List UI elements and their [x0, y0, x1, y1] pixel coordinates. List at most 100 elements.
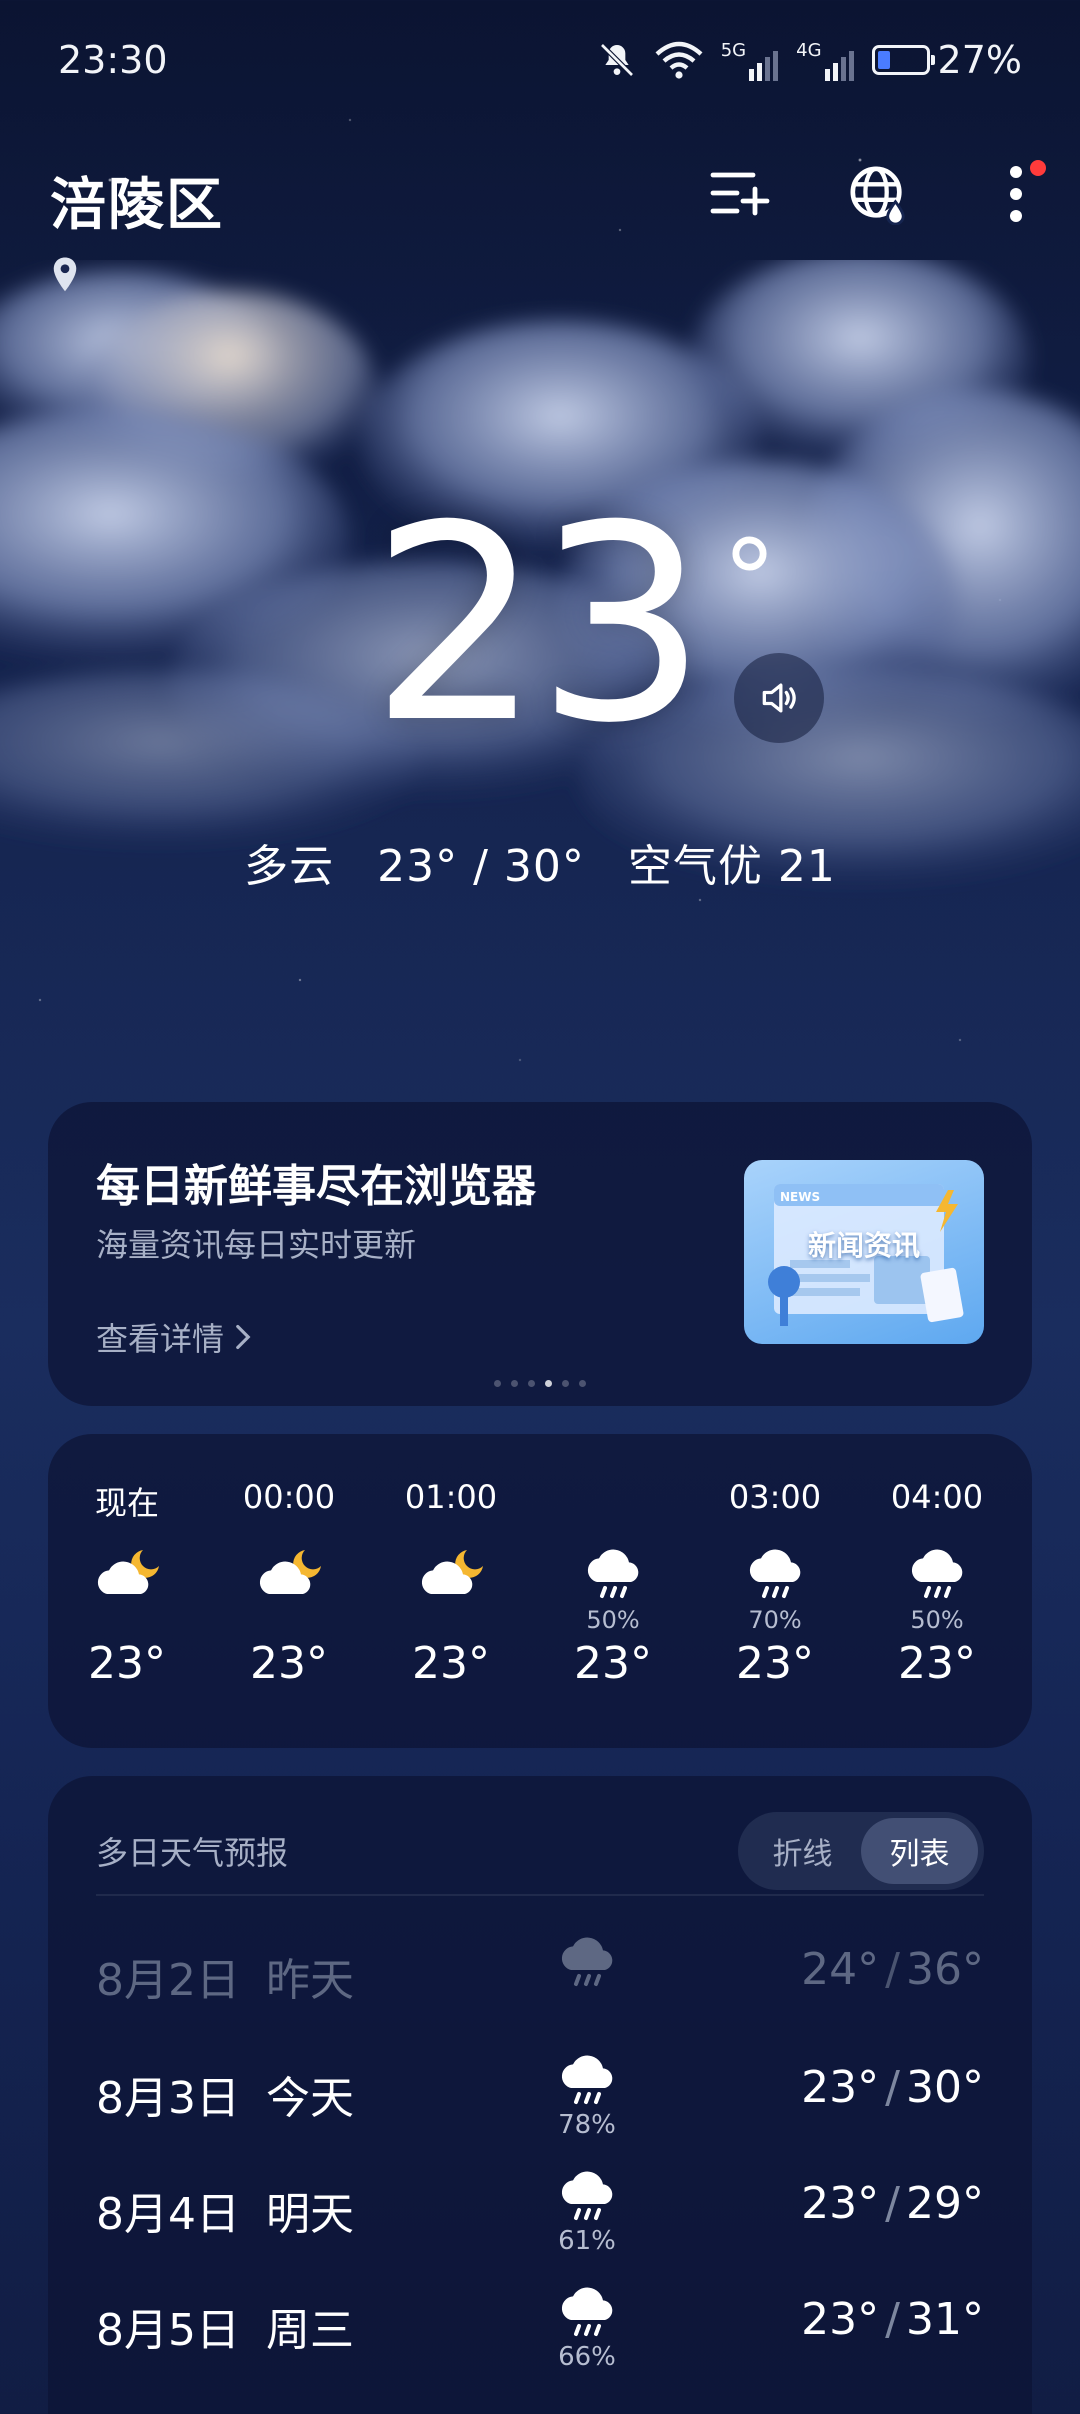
daily-temperature-range: 24°/36° — [801, 1944, 984, 1995]
battery-indicator: 27% — [871, 38, 1022, 82]
daily-icon-wrap: 78% — [552, 2052, 622, 2140]
hourly-item: 00:00 23° — [214, 1478, 364, 1689]
hourly-forecast-card[interactable]: 现在 23° 00:00 23° 01:00 23° 50% 23° 03:00 — [48, 1434, 1032, 1748]
daily-high: 31° — [906, 2294, 984, 2345]
daily-date: 8月5日 — [96, 2305, 240, 2356]
wifi-icon — [655, 41, 703, 79]
battery-percent: 27% — [937, 38, 1022, 82]
promo-details-link[interactable]: 查看详情 — [96, 1314, 252, 1360]
toggle-list[interactable]: 列表 — [861, 1818, 978, 1884]
daily-weekday: 昨天 — [266, 1955, 354, 2006]
daily-forecast-row[interactable]: 8月4日 明天 61% 23°/29° — [96, 2154, 984, 2256]
battery-icon — [871, 45, 935, 75]
daily-icon-wrap: 61% — [552, 2168, 622, 2256]
daily-low: 23° — [801, 2062, 880, 2113]
partly-cloudy-night-icon — [259, 1550, 321, 1594]
rain-icon — [561, 1937, 613, 1986]
daily-low: 24° — [801, 1944, 880, 1995]
more-menu-button[interactable] — [982, 160, 1050, 228]
hourly-precip: 50% — [586, 1606, 640, 1634]
promo-subtitle: 海量资讯每日实时更新 — [96, 1226, 417, 1264]
hourly-item: 现在 23° — [52, 1478, 202, 1689]
weather-header: 涪陵区 — [50, 160, 1050, 300]
promo-image-label: 新闻资讯 — [807, 1229, 920, 1262]
signal-4g-label: 4G — [796, 39, 822, 61]
daily-icon-wrap — [552, 1934, 622, 1992]
daily-temperature-range: 23°/31° — [801, 2294, 984, 2345]
rain-icon — [561, 2287, 613, 2336]
daily-low: 23° — [801, 2178, 880, 2229]
carousel-dot — [528, 1380, 535, 1387]
hourly-item: 04:00 50% 23° — [862, 1478, 1012, 1689]
toggle-line-chart[interactable]: 折线 — [744, 1818, 861, 1884]
hourly-time: 00:00 — [242, 1478, 336, 1516]
signal-4g-icon: 4G — [796, 39, 854, 81]
daily-low: 23° — [801, 2294, 880, 2345]
add-city-button[interactable] — [706, 160, 774, 228]
daily-high: 36° — [906, 1944, 984, 1995]
rain-icon — [911, 1549, 963, 1598]
hourly-temperature: 23° — [412, 1638, 490, 1689]
hourly-item: 03:00 70% 23° — [700, 1478, 850, 1689]
status-bar: 23:30 5G 4G 27% — [0, 0, 1080, 120]
location-pin-icon — [53, 257, 77, 292]
temp-separator: / — [885, 2178, 900, 2229]
hourly-temperature: 23° — [898, 1638, 976, 1689]
hourly-temperature: 23° — [88, 1638, 166, 1689]
hourly-precip: 50% — [910, 1606, 964, 1634]
current-temperature-block: 23 ° — [0, 490, 1080, 775]
rain-icon — [561, 2171, 613, 2220]
rain-icon — [587, 1549, 639, 1598]
hourly-precip — [214, 1606, 364, 1634]
daily-forecast-title: 多日天气预报 — [96, 1834, 289, 1872]
temperature-range: 23° / 30° — [377, 841, 585, 892]
daily-temperature-range: 23°/30° — [801, 2062, 984, 2113]
rain-icon — [749, 1549, 801, 1598]
speaker-icon — [762, 683, 796, 713]
weather-condition: 多云 — [244, 841, 335, 892]
promo-image-badge: NEWS — [780, 1190, 821, 1204]
hourly-precip — [52, 1606, 202, 1634]
hourly-precip — [376, 1606, 526, 1634]
hourly-temperature: 23° — [574, 1638, 652, 1689]
daily-forecast-row[interactable]: 8月5日 周三 66% 23°/31° — [96, 2270, 984, 2372]
daily-icon-wrap: 66% — [552, 2284, 622, 2372]
daily-precip: 61% — [558, 2226, 616, 2256]
hourly-time — [538, 1478, 688, 1518]
temperature-degree-symbol: ° — [722, 516, 777, 644]
carousel-dots — [48, 1380, 1032, 1387]
temp-separator: / — [885, 2294, 900, 2345]
rain-icon — [561, 2055, 613, 2104]
notification-dot — [1030, 160, 1046, 176]
carousel-dot — [545, 1380, 552, 1387]
world-weather-button[interactable] — [844, 160, 912, 228]
promo-image: NEWS 新闻资讯 — [744, 1160, 984, 1344]
air-quality[interactable]: 空气优 21 — [628, 841, 836, 892]
partly-cloudy-night-icon — [421, 1550, 483, 1594]
hourly-temperature: 23° — [250, 1638, 328, 1689]
daily-forecast-card: 多日天气预报 折线 列表 8月2日 昨天 24°/36° 8月3日 今天 78%… — [48, 1776, 1032, 2414]
globe-icon — [850, 166, 905, 225]
carousel-dot — [562, 1380, 569, 1387]
status-time: 23:30 — [58, 38, 168, 82]
daily-forecast-row[interactable]: 8月3日 今天 78% 23°/30° — [96, 2038, 984, 2140]
voice-broadcast-button[interactable] — [734, 653, 824, 743]
weather-summary: 多云 23° / 30° 空气优 21 — [0, 830, 1080, 894]
hourly-time: 03:00 — [728, 1478, 822, 1516]
daily-forecast-row[interactable]: 8月2日 昨天 24°/36° — [96, 1920, 984, 2020]
hourly-precip: 70% — [748, 1606, 802, 1634]
chevron-right-icon — [236, 1324, 251, 1350]
hourly-time: 现在 — [94, 1484, 159, 1522]
city-name[interactable]: 涪陵区 — [50, 160, 224, 241]
partly-cloudy-night-icon — [97, 1550, 159, 1594]
carousel-dot — [494, 1380, 501, 1387]
daily-precip: 66% — [558, 2342, 616, 2372]
daily-weekday: 明天 — [266, 2189, 354, 2240]
add-list-icon — [710, 172, 770, 216]
promo-banner-card[interactable]: 每日新鲜事尽在浏览器 海量资讯每日实时更新 查看详情 NEWS 新闻资讯 — [48, 1102, 1032, 1406]
hourly-item: 01:00 23° — [376, 1478, 526, 1689]
carousel-dot — [579, 1380, 586, 1387]
divider — [96, 1894, 984, 1896]
hourly-time: 01:00 — [404, 1478, 498, 1516]
mute-bell-icon — [599, 43, 634, 77]
